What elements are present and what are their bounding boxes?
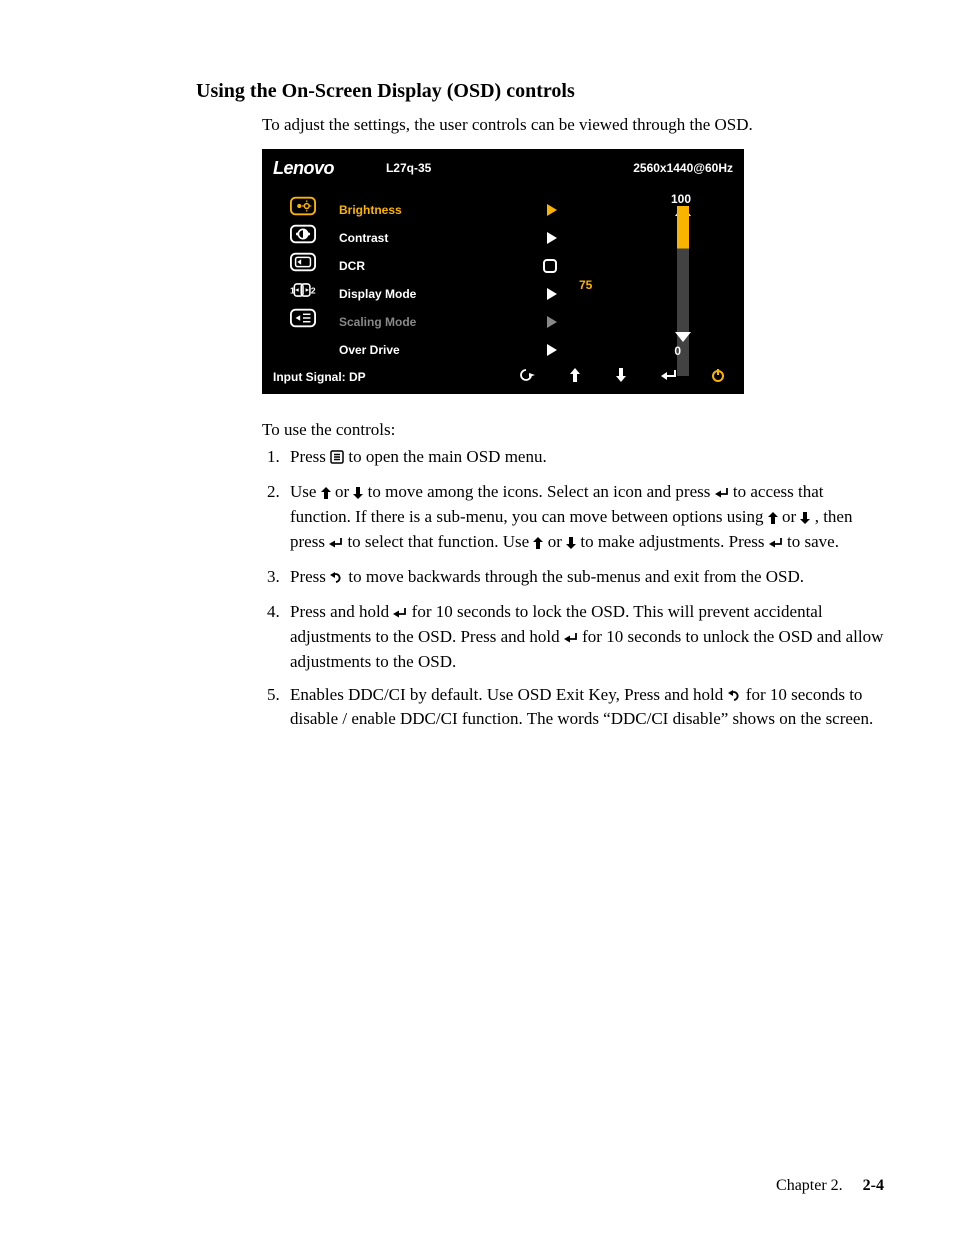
contrast-category-icon[interactable] bbox=[290, 224, 316, 244]
resolution-label: 2560x1440@60Hz bbox=[633, 161, 733, 175]
osd-menu-item[interactable]: Display Mode bbox=[339, 280, 569, 308]
down-arrow-icon bbox=[353, 483, 363, 506]
checkbox-icon bbox=[543, 259, 557, 273]
back-icon bbox=[330, 568, 344, 591]
brand-logo-text: Lenovo bbox=[273, 158, 334, 179]
osd-menu-list: Brightness Contrast DCR Display Mode Scaling… bbox=[339, 186, 569, 364]
osd-category-icons: 12 bbox=[267, 186, 339, 364]
slider-down-arrow-icon bbox=[675, 332, 691, 342]
osd-slider[interactable]: 100 75 0 bbox=[569, 186, 739, 364]
step-item: Press to move backwards through the sub-… bbox=[284, 566, 884, 591]
up-arrow-icon bbox=[768, 508, 778, 531]
up-arrow-icon bbox=[533, 533, 543, 556]
osd-menu-item-label: Contrast bbox=[339, 231, 388, 245]
slider-value-label: 75 bbox=[579, 278, 592, 292]
osd-menu-item-label: Brightness bbox=[339, 203, 402, 217]
to-use-label: To use the controls: bbox=[262, 420, 884, 440]
slider-max-label: 100 bbox=[671, 192, 691, 206]
osd-panel: Lenovo L27q-35 2560x1440@60Hz 12 bbox=[262, 149, 744, 394]
svg-text:2: 2 bbox=[311, 285, 316, 295]
step-item: Press and hold for 10 seconds to lock th… bbox=[284, 601, 884, 674]
step-item: Enables DDC/CI by default. Use OSD Exit … bbox=[284, 684, 884, 732]
step-item: Press to open the main OSD menu. bbox=[284, 446, 884, 471]
enter-icon bbox=[329, 533, 343, 556]
slider-min-label: 0 bbox=[674, 344, 681, 358]
chevron-right-icon bbox=[547, 316, 557, 328]
enter-icon bbox=[564, 628, 578, 651]
model-label: L27q-35 bbox=[386, 161, 431, 175]
osd-header: Lenovo L27q-35 2560x1440@60Hz bbox=[263, 150, 743, 182]
osd-footer-icons bbox=[517, 368, 733, 385]
osd-menu-item[interactable]: DCR bbox=[339, 252, 569, 280]
settings-category-icon[interactable] bbox=[290, 308, 316, 328]
display-mode-category-icon[interactable]: 12 bbox=[290, 280, 316, 300]
osd-menu-item[interactable]: Scaling Mode bbox=[339, 308, 569, 336]
osd-menu-item-label: Over Drive bbox=[339, 343, 400, 357]
chevron-right-icon bbox=[547, 204, 557, 216]
intro-text: To adjust the settings, the user control… bbox=[262, 115, 884, 135]
input-signal-label: Input Signal: DP bbox=[273, 370, 366, 384]
enter-icon bbox=[769, 533, 783, 556]
osd-menu-item-label: Scaling Mode bbox=[339, 315, 416, 329]
back-icon bbox=[728, 686, 742, 709]
down-arrow-icon bbox=[566, 533, 576, 556]
osd-menu-item[interactable]: Over Drive bbox=[339, 336, 569, 364]
section-heading: Using the On-Screen Display (OSD) contro… bbox=[196, 80, 884, 103]
input-category-icon[interactable] bbox=[290, 252, 316, 272]
chapter-label: Chapter 2. bbox=[776, 1177, 843, 1194]
down-arrow-icon bbox=[800, 508, 810, 531]
brightness-category-icon[interactable] bbox=[290, 196, 316, 216]
page-number: 2-4 bbox=[863, 1177, 884, 1194]
osd-menu-item-label: DCR bbox=[339, 259, 365, 273]
steps-list: Press to open the main OSD menu. Use or t… bbox=[262, 446, 884, 731]
chevron-right-icon bbox=[547, 232, 557, 244]
down-arrow-icon[interactable] bbox=[615, 368, 627, 385]
chevron-right-icon bbox=[547, 344, 557, 356]
step-item: Use or to move among the icons. Select a… bbox=[284, 481, 884, 556]
page-footer: Chapter 2. 2-4 bbox=[776, 1177, 884, 1195]
menu-icon bbox=[330, 448, 344, 471]
osd-menu-item[interactable]: Contrast bbox=[339, 224, 569, 252]
up-arrow-icon bbox=[321, 483, 331, 506]
exit-icon[interactable] bbox=[517, 368, 535, 385]
enter-icon bbox=[393, 603, 407, 626]
enter-icon[interactable] bbox=[661, 368, 677, 385]
osd-menu-item[interactable]: Brightness bbox=[339, 196, 569, 224]
power-icon[interactable] bbox=[711, 368, 725, 385]
enter-icon bbox=[715, 483, 729, 506]
osd-menu-item-label: Display Mode bbox=[339, 287, 416, 301]
up-arrow-icon[interactable] bbox=[569, 368, 581, 385]
chevron-right-icon bbox=[547, 288, 557, 300]
